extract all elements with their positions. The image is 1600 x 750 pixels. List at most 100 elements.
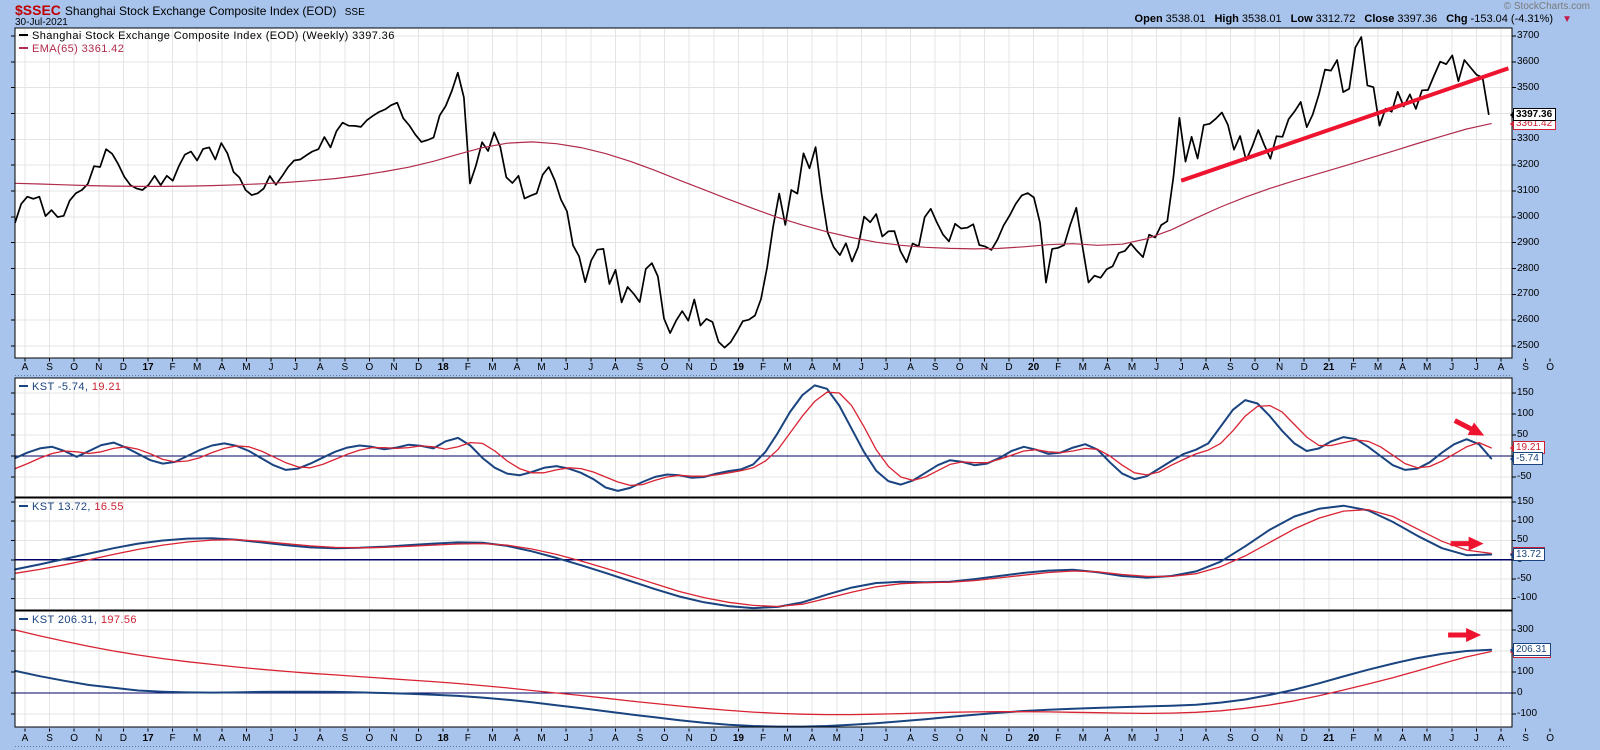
month-label: A (22, 362, 29, 373)
month-label: M (1128, 733, 1136, 744)
month-label: M (488, 362, 496, 373)
kst1-legend: KST -5.74, 19.21 (19, 381, 121, 393)
month-label: D (1301, 362, 1308, 373)
month-label: J (1179, 362, 1184, 373)
month-label: S (1522, 362, 1529, 373)
month-label: F (1055, 362, 1061, 373)
month-label: A (218, 362, 225, 373)
kst3-ytick-label: 300 (1517, 624, 1534, 635)
month-label: A (1202, 733, 1209, 744)
month-label: F (1350, 362, 1356, 373)
month-label: M (1374, 733, 1382, 744)
month-label: A (612, 362, 619, 373)
month-label: D (1005, 362, 1012, 373)
month-label: A (218, 733, 225, 744)
month-label: J (1474, 362, 1479, 373)
kst2-ytick-label: -50 (1517, 573, 1531, 584)
kst2-value-label: 13.72 (1513, 548, 1545, 561)
month-label: J (1154, 733, 1159, 744)
month-label: D (415, 362, 422, 373)
kst2-ytick-label: -100 (1517, 592, 1537, 603)
month-label: A (809, 362, 816, 373)
month-label: J (269, 733, 274, 744)
month-label: M (783, 733, 791, 744)
month-label: M (1128, 362, 1136, 373)
month-label: D (120, 362, 127, 373)
price-ytick-label: 3000 (1517, 211, 1539, 222)
month-label: M (193, 733, 201, 744)
month-label: D (120, 733, 127, 744)
panel-kst2 (11, 498, 1516, 610)
close-last-value-label: 3397.36 (1513, 108, 1556, 121)
month-label: M (833, 362, 841, 373)
month-label: A (1399, 733, 1406, 744)
month-label: F (170, 362, 176, 373)
kst1-value-label: -5.74 (1513, 452, 1543, 465)
panel-price (11, 28, 1516, 358)
month-label: M (193, 362, 201, 373)
month-label: A (1498, 733, 1505, 744)
month-label: S (1227, 362, 1234, 373)
month-label: A (907, 733, 914, 744)
kst3-line-swatch-icon (19, 618, 28, 620)
month-label: A (22, 733, 29, 744)
month-label: M (1423, 733, 1431, 744)
month-label: N (981, 362, 988, 373)
month-label: A (1498, 362, 1505, 373)
month-label: O (661, 733, 669, 744)
month-label: F (1055, 733, 1061, 744)
month-label: M (1079, 733, 1087, 744)
kst3-legend-blue: KST 206.31, (32, 614, 97, 626)
month-label: M (783, 362, 791, 373)
month-label: J (588, 362, 593, 373)
month-label: S (46, 362, 53, 373)
month-label: F (760, 733, 766, 744)
kst3-legend-red: 197.56 (101, 614, 137, 626)
month-label: 18 (438, 733, 449, 744)
month-label: F (1350, 733, 1356, 744)
month-label: 20 (1028, 733, 1039, 744)
month-label: 20 (1028, 362, 1039, 373)
month-label: 21 (1323, 362, 1334, 373)
month-label: A (514, 362, 521, 373)
month-label: 18 (438, 362, 449, 373)
month-label: O (1546, 362, 1554, 373)
month-label: O (956, 733, 964, 744)
month-label: O (366, 362, 374, 373)
price-ytick-label: 3500 (1517, 82, 1539, 93)
month-label: N (95, 362, 102, 373)
month-label: S (932, 362, 939, 373)
month-label: D (1301, 733, 1308, 744)
kst2-ytick-label: 50 (1517, 534, 1528, 545)
month-label: N (1276, 362, 1283, 373)
month-label: F (760, 362, 766, 373)
month-label: J (564, 362, 569, 373)
month-label: J (1179, 733, 1184, 744)
month-label: O (661, 362, 669, 373)
stockcharts-chart-screenshot: $SSECShanghai Stock Exchange Composite I… (0, 0, 1600, 750)
month-label: S (46, 733, 53, 744)
month-label: A (1104, 362, 1111, 373)
month-label: J (293, 362, 298, 373)
month-label: 19 (733, 733, 744, 744)
price-ytick-label: 3600 (1517, 56, 1539, 67)
month-label: F (465, 362, 471, 373)
ema-legend: EMA(65) 3361.42 (19, 43, 124, 55)
month-label: N (390, 362, 397, 373)
month-label: A (514, 733, 521, 744)
ema-line-swatch-icon (19, 47, 28, 49)
month-label: J (564, 733, 569, 744)
month-label: J (859, 362, 864, 373)
month-label: O (956, 362, 964, 373)
price-ytick-label: 3200 (1517, 159, 1539, 170)
month-label: J (269, 362, 274, 373)
month-label: O (1251, 733, 1259, 744)
price-ytick-label: 2500 (1517, 340, 1539, 351)
kst2-legend-blue: KST 13.72, (32, 501, 91, 513)
kst1-ytick-label: 150 (1517, 387, 1534, 398)
price-ytick-label: 2800 (1517, 263, 1539, 274)
month-label: J (1449, 733, 1454, 744)
kst2-line-swatch-icon (19, 505, 28, 507)
month-label: 17 (142, 362, 153, 373)
ema-legend-text: EMA(65) 3361.42 (32, 43, 124, 55)
